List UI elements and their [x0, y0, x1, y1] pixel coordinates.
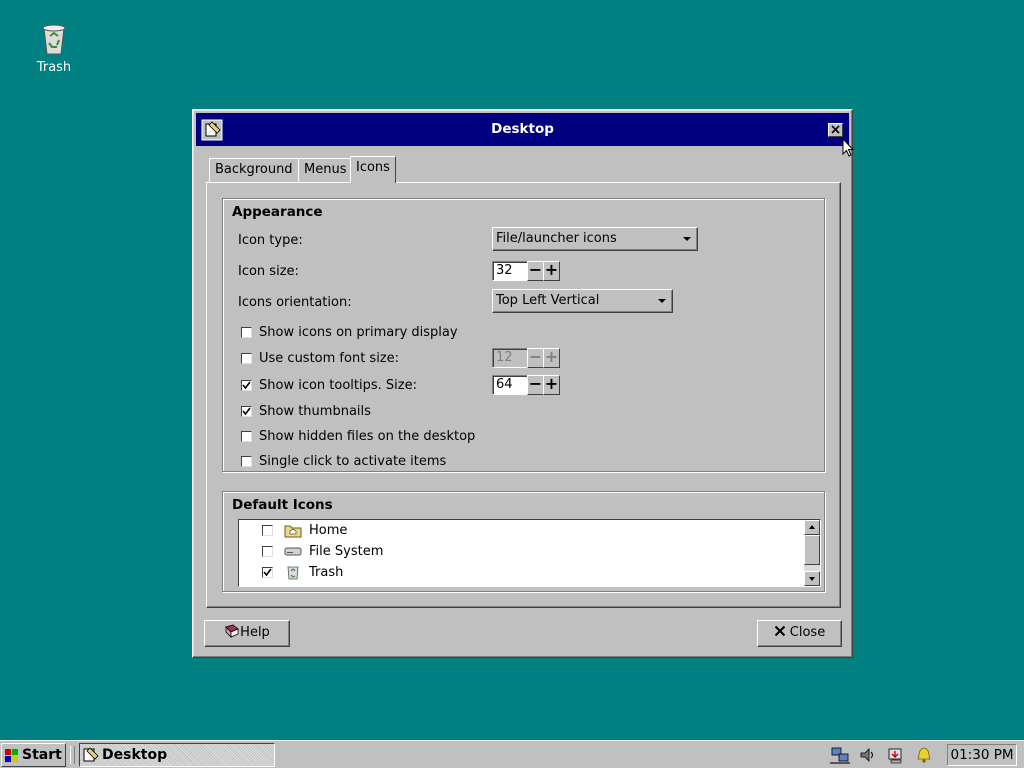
- home-checkbox[interactable]: [262, 525, 273, 536]
- tab-menus[interactable]: Menus: [298, 158, 353, 182]
- start-menu-icon: [5, 749, 18, 762]
- tooltip-size-spinner: 64 − +: [492, 375, 562, 395]
- scroll-up-button[interactable]: [804, 520, 820, 535]
- checkmark-icon: [242, 381, 251, 390]
- file-system-label: File System: [309, 544, 384, 559]
- icon-size-increment-button[interactable]: +: [543, 261, 560, 281]
- checkmark-icon: [242, 407, 251, 416]
- volume-icon[interactable]: [858, 745, 878, 765]
- tab-panel-icons: Appearance Icon type: File/launcher icon…: [206, 182, 841, 608]
- thumbnails-checkbox[interactable]: [241, 406, 252, 417]
- trash-icon: [287, 566, 299, 580]
- custom-font-increment-button: +: [543, 347, 560, 368]
- icon-type-label: Icon type:: [238, 233, 303, 248]
- tooltip-size-input[interactable]: 64: [492, 375, 528, 395]
- tooltips-checkbox[interactable]: [241, 380, 252, 391]
- taskbar-window-desktop[interactable]: Desktop: [79, 743, 275, 767]
- custom-font-decrement-button: −: [527, 347, 544, 368]
- icon-size-label: Icon size:: [238, 264, 299, 279]
- updates-icon[interactable]: [886, 745, 906, 765]
- taskbar: Start Desktop 01:30 PM: [0, 740, 1024, 768]
- task-label: Desktop: [102, 747, 168, 763]
- primary-display-checkbox[interactable]: [241, 327, 252, 338]
- desktop-settings-window: Desktop Background Menus Icons Appearanc…: [192, 109, 853, 658]
- orientation-dropdown[interactable]: Top Left Vertical: [492, 289, 673, 313]
- desktop-settings-app-icon: [83, 747, 99, 762]
- icon-size-decrement-button[interactable]: −: [527, 261, 544, 281]
- list-item[interactable]: Trash: [239, 562, 799, 583]
- custom-font-label[interactable]: Use custom font size:: [259, 351, 399, 366]
- scroll-thumb[interactable]: [804, 535, 820, 565]
- orientation-value: Top Left Vertical: [496, 293, 600, 308]
- close-label: Close: [789, 625, 826, 640]
- hidden-files-checkbox[interactable]: [241, 431, 252, 442]
- single-click-label[interactable]: Single click to activate items: [259, 454, 446, 469]
- chevron-down-icon: [658, 299, 666, 303]
- desktop-trash-icon[interactable]: Trash: [24, 22, 84, 75]
- hidden-files-label[interactable]: Show hidden files on the desktop: [259, 429, 475, 444]
- arrow-down-icon: [809, 577, 815, 581]
- list-item[interactable]: Home: [239, 520, 799, 541]
- trash-checkbox[interactable]: [262, 567, 273, 578]
- default-icons-frame: Default Icons Home File System Trash: [222, 491, 825, 592]
- thumbnails-label[interactable]: Show thumbnails: [259, 404, 371, 419]
- trash-icon: [42, 24, 66, 55]
- custom-font-input: 12: [492, 348, 528, 368]
- tooltips-label[interactable]: Show icon tooltips. Size:: [259, 378, 417, 393]
- icon-type-value: File/launcher icons: [496, 231, 617, 246]
- mouse-cursor-icon: [842, 138, 854, 157]
- icon-type-dropdown[interactable]: File/launcher icons: [492, 227, 698, 251]
- single-click-checkbox[interactable]: [241, 456, 252, 467]
- arrow-up-icon: [809, 525, 815, 529]
- tooltip-size-decrement-button[interactable]: −: [527, 375, 544, 395]
- primary-display-label[interactable]: Show icons on primary display: [259, 325, 458, 340]
- custom-font-checkbox[interactable]: [241, 353, 252, 364]
- icon-size-input[interactable]: 32: [492, 261, 528, 281]
- tooltip-size-increment-button[interactable]: +: [543, 375, 560, 395]
- scroll-down-button[interactable]: [804, 571, 820, 586]
- start-label: Start: [22, 747, 62, 763]
- custom-font-spinner: 12 − +: [492, 348, 562, 368]
- default-icons-list: Home File System Trash: [238, 519, 821, 587]
- title-bar[interactable]: Desktop: [196, 113, 849, 146]
- checkmark-icon: [263, 568, 272, 577]
- window-close-button[interactable]: [828, 123, 843, 137]
- notification-bell-icon[interactable]: [914, 745, 934, 765]
- chevron-down-icon: [683, 237, 691, 241]
- trash-label: Trash: [309, 565, 344, 580]
- network-icon[interactable]: [830, 745, 850, 765]
- desktop-trash-label: Trash: [36, 60, 72, 75]
- taskbar-handle[interactable]: [70, 746, 75, 764]
- close-icon: [831, 125, 840, 134]
- list-item[interactable]: File System: [239, 541, 799, 562]
- list-scrollbar[interactable]: [804, 520, 820, 586]
- tab-icons[interactable]: Icons: [350, 156, 396, 183]
- appearance-title: Appearance: [232, 204, 323, 220]
- appearance-frame: Appearance Icon type: File/launcher icon…: [222, 198, 825, 472]
- start-button[interactable]: Start: [1, 743, 66, 767]
- orientation-label: Icons orientation:: [238, 295, 352, 310]
- close-button[interactable]: Close: [757, 620, 842, 647]
- home-label: Home: [309, 523, 348, 538]
- file-system-checkbox[interactable]: [262, 546, 273, 557]
- clock[interactable]: 01:30 PM: [947, 744, 1017, 766]
- home-folder-icon: [284, 525, 302, 538]
- icon-size-spinner: 32 − +: [492, 261, 562, 281]
- drive-icon: [284, 547, 302, 556]
- window-title: Desktop: [491, 121, 554, 137]
- tab-background[interactable]: Background: [209, 158, 299, 182]
- help-label: Help: [240, 625, 270, 640]
- default-icons-title: Default Icons: [232, 497, 333, 513]
- help-book-icon: [225, 624, 239, 638]
- help-button[interactable]: Help: [204, 620, 290, 647]
- close-icon: [774, 625, 785, 637]
